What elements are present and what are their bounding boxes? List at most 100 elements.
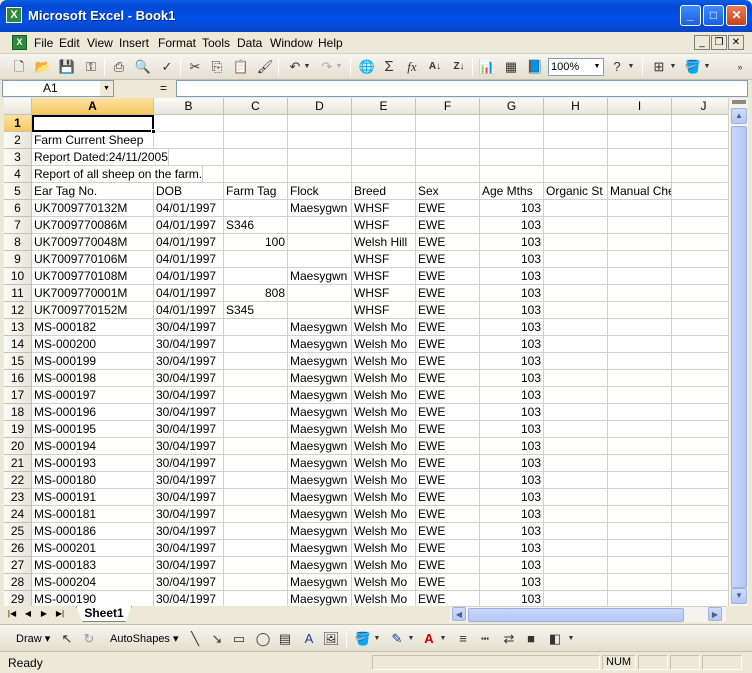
cell-g11[interactable]: 103 bbox=[480, 285, 544, 302]
cell-g26[interactable]: 103 bbox=[480, 540, 544, 557]
excel-app-icon[interactable]: X bbox=[6, 7, 22, 23]
row-header[interactable]: 15 bbox=[4, 353, 32, 370]
cell-g14[interactable]: 103 bbox=[480, 336, 544, 353]
menu-format[interactable]: Format bbox=[158, 36, 196, 50]
cell-f16[interactable]: EWE bbox=[416, 370, 480, 387]
cell-i7[interactable] bbox=[608, 217, 672, 234]
borders-icon[interactable]: ⊞ bbox=[650, 58, 668, 76]
cell-d1[interactable] bbox=[288, 115, 352, 132]
row-header[interactable]: 12 bbox=[4, 302, 32, 319]
cell-c12[interactable]: S345 bbox=[224, 302, 288, 319]
cell-e11[interactable]: WHSF bbox=[352, 285, 416, 302]
rotate-icon[interactable]: ↻ bbox=[80, 630, 98, 648]
cell-c21[interactable] bbox=[224, 455, 288, 472]
cell-c16[interactable] bbox=[224, 370, 288, 387]
cell-g16[interactable]: 103 bbox=[480, 370, 544, 387]
cell-i14[interactable] bbox=[608, 336, 672, 353]
cell-i3[interactable] bbox=[608, 149, 672, 166]
cell-a7[interactable]: UK7009770086M bbox=[32, 217, 154, 234]
cell-a18[interactable]: MS-000196 bbox=[32, 404, 154, 421]
cell-i26[interactable] bbox=[608, 540, 672, 557]
font-color-dropdown-icon[interactable]: ▼ bbox=[438, 630, 448, 648]
cell-d12[interactable] bbox=[288, 302, 352, 319]
cell-h9[interactable] bbox=[544, 251, 608, 268]
cell-h14[interactable] bbox=[544, 336, 608, 353]
fill-color-icon[interactable]: 🪣 bbox=[684, 58, 702, 76]
cell-c13[interactable] bbox=[224, 319, 288, 336]
formula-input[interactable] bbox=[176, 80, 748, 97]
line-color-dropdown-icon[interactable]: ▼ bbox=[406, 630, 416, 648]
cell-g17[interactable]: 103 bbox=[480, 387, 544, 404]
cell-g20[interactable]: 103 bbox=[480, 438, 544, 455]
row-header[interactable]: 14 bbox=[4, 336, 32, 353]
row-header[interactable]: 24 bbox=[4, 506, 32, 523]
row-header[interactable]: 5 bbox=[4, 183, 32, 200]
maximize-button[interactable]: □ bbox=[703, 5, 724, 26]
cell-a26[interactable]: MS-000201 bbox=[32, 540, 154, 557]
cell-f27[interactable]: EWE bbox=[416, 557, 480, 574]
row-header[interactable]: 20 bbox=[4, 438, 32, 455]
cell-i10[interactable] bbox=[608, 268, 672, 285]
cell-i28[interactable] bbox=[608, 574, 672, 591]
row-header[interactable]: 29 bbox=[4, 591, 32, 606]
cell-d11[interactable] bbox=[288, 285, 352, 302]
cell-f22[interactable]: EWE bbox=[416, 472, 480, 489]
cell-h21[interactable] bbox=[544, 455, 608, 472]
cell-g1[interactable] bbox=[480, 115, 544, 132]
cell-c22[interactable] bbox=[224, 472, 288, 489]
cell-i22[interactable] bbox=[608, 472, 672, 489]
cell-i29[interactable] bbox=[608, 591, 672, 606]
row-header[interactable]: 27 bbox=[4, 557, 32, 574]
cell-b23[interactable]: 30/04/1997 bbox=[154, 489, 224, 506]
cell-g3[interactable] bbox=[480, 149, 544, 166]
cell-e6[interactable]: WHSF bbox=[352, 200, 416, 217]
cell-e24[interactable]: Welsh Mo bbox=[352, 506, 416, 523]
cell-f8[interactable]: EWE bbox=[416, 234, 480, 251]
last-sheet-icon[interactable]: ▶| bbox=[54, 607, 66, 621]
scroll-left-icon[interactable]: ◀ bbox=[452, 607, 466, 621]
cell-j16[interactable] bbox=[672, 370, 728, 387]
cell-j18[interactable] bbox=[672, 404, 728, 421]
cell-a15[interactable]: MS-000199 bbox=[32, 353, 154, 370]
cell-g29[interactable]: 103 bbox=[480, 591, 544, 606]
scroll-down-icon[interactable]: ▼ bbox=[731, 588, 747, 604]
cell-i23[interactable] bbox=[608, 489, 672, 506]
cell-h15[interactable] bbox=[544, 353, 608, 370]
doc-restore-button[interactable]: ❐ bbox=[711, 35, 727, 50]
cell-a27[interactable]: MS-000183 bbox=[32, 557, 154, 574]
cut-icon[interactable]: ✂ bbox=[186, 58, 204, 76]
sort-descending-icon[interactable]: Z↓ bbox=[450, 58, 468, 76]
cell-a13[interactable]: MS-000182 bbox=[32, 319, 154, 336]
horizontal-scroll-thumb[interactable] bbox=[468, 608, 684, 622]
cell-j4[interactable] bbox=[672, 166, 728, 183]
cell-e15[interactable]: Welsh Mo bbox=[352, 353, 416, 370]
cell-i8[interactable] bbox=[608, 234, 672, 251]
cell-e16[interactable]: Welsh Mo bbox=[352, 370, 416, 387]
cell-j25[interactable] bbox=[672, 523, 728, 540]
cell-e3[interactable] bbox=[352, 149, 416, 166]
cell-j13[interactable] bbox=[672, 319, 728, 336]
cell-h1[interactable] bbox=[544, 115, 608, 132]
cell-b21[interactable]: 30/04/1997 bbox=[154, 455, 224, 472]
cell-j3[interactable] bbox=[672, 149, 728, 166]
zoom-select[interactable]: 100% ▼ bbox=[548, 58, 604, 76]
cell-d24[interactable]: Maesygwn bbox=[288, 506, 352, 523]
cell-d20[interactable]: Maesygwn bbox=[288, 438, 352, 455]
cell-i19[interactable] bbox=[608, 421, 672, 438]
cell-f29[interactable]: EWE bbox=[416, 591, 480, 606]
cell-h16[interactable] bbox=[544, 370, 608, 387]
row-header[interactable]: 11 bbox=[4, 285, 32, 302]
cell-b6[interactable]: 04/01/1997 bbox=[154, 200, 224, 217]
cell-c29[interactable] bbox=[224, 591, 288, 606]
undo-dropdown-icon[interactable]: ▼ bbox=[302, 58, 312, 76]
cell-i17[interactable] bbox=[608, 387, 672, 404]
cell-d21[interactable]: Maesygwn bbox=[288, 455, 352, 472]
cell-a3[interactable]: Report Dated:24/11/2005 bbox=[32, 149, 169, 166]
paste-icon[interactable]: 📋 bbox=[232, 58, 250, 76]
cell-g4[interactable] bbox=[480, 166, 544, 183]
cell-c26[interactable] bbox=[224, 540, 288, 557]
cell-i4[interactable] bbox=[608, 166, 672, 183]
cell-d2[interactable] bbox=[288, 132, 352, 149]
cell-j6[interactable] bbox=[672, 200, 728, 217]
menu-window[interactable]: Window bbox=[270, 36, 313, 50]
